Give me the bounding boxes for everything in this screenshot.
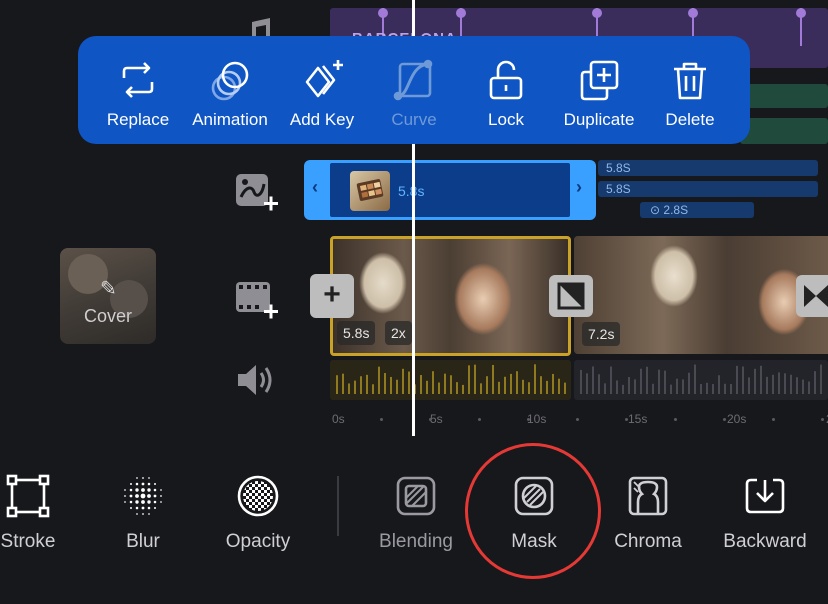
lock-icon xyxy=(484,58,528,102)
chroma-icon xyxy=(624,472,672,520)
volume-icon[interactable] xyxy=(232,356,280,404)
trash-icon xyxy=(668,58,712,102)
chevron-left-icon[interactable]: ‹ xyxy=(312,177,318,198)
ruler-dot xyxy=(674,418,677,421)
pencil-icon: ✎ xyxy=(100,278,117,300)
effect-track[interactable] xyxy=(740,118,828,144)
blending-label: Blending xyxy=(379,531,453,552)
video-clip-selected[interactable]: 5.8s 2x xyxy=(330,236,571,356)
add-key-button[interactable]: Add Key xyxy=(282,36,362,144)
blur-icon xyxy=(119,472,167,520)
blending-button[interactable]: Blending xyxy=(374,470,458,570)
animation-label: Animation xyxy=(192,110,268,129)
ruler-dot xyxy=(478,418,481,421)
curve-button[interactable]: Curve xyxy=(372,36,456,144)
ruler-tick: 0s xyxy=(332,412,345,426)
ruler-dot xyxy=(723,418,726,421)
video-clip[interactable]: 7.2s xyxy=(574,236,828,354)
clip-duration: 5.8s xyxy=(337,321,376,345)
audio-waveform[interactable] xyxy=(574,360,828,400)
cover-button[interactable]: ✎ Cover xyxy=(60,248,156,344)
animation-icon xyxy=(208,58,252,102)
add-sticker-icon[interactable] xyxy=(232,170,280,218)
clip-duration: 7.2s xyxy=(582,322,621,346)
lock-button[interactable]: Lock xyxy=(466,36,546,144)
transition-icon[interactable] xyxy=(549,275,593,317)
chevron-right-icon[interactable]: › xyxy=(576,177,582,198)
blending-icon xyxy=(392,472,440,520)
overlay-track[interactable]: 5.8S xyxy=(598,181,818,197)
sticker-clip[interactable]: ‹ 5.8s › xyxy=(304,160,596,220)
ruler-dot xyxy=(527,418,530,421)
highlight-ring xyxy=(465,443,601,579)
add-clip-button[interactable]: + xyxy=(310,274,354,318)
chroma-label: Chroma xyxy=(614,531,682,552)
curve-icon xyxy=(392,58,436,102)
transition-icon[interactable] xyxy=(796,275,828,317)
ruler-dot xyxy=(821,418,824,421)
clip-action-toolbar: Replace Animation Add Key Curve Lock Dup… xyxy=(78,36,750,144)
cover-label: Cover xyxy=(83,306,132,326)
replace-label: Replace xyxy=(106,110,170,129)
add-key-label: Add Key xyxy=(289,110,355,129)
replace-button[interactable]: Replace xyxy=(98,36,178,144)
beat-marker xyxy=(796,8,806,46)
link-icon: ⊙ xyxy=(650,203,664,217)
waveform-bars xyxy=(580,364,822,394)
opacity-button[interactable]: Opacity xyxy=(216,470,300,570)
ruler-tick: 20s xyxy=(727,412,747,426)
waveform-bars xyxy=(336,364,566,394)
duplicate-button[interactable]: Duplicate xyxy=(554,36,644,144)
ruler-dot xyxy=(429,418,432,421)
delete-label: Delete xyxy=(665,110,715,129)
backward-label: Backward xyxy=(723,531,807,552)
lock-label: Lock xyxy=(488,110,524,129)
ruler-tick: 15s xyxy=(628,412,648,426)
ruler-dot xyxy=(625,418,628,421)
delete-button[interactable]: Delete xyxy=(652,36,728,144)
ruler-dot xyxy=(380,418,383,421)
opacity-label: Opacity xyxy=(225,531,291,552)
opacity-icon xyxy=(234,472,282,520)
backward-icon xyxy=(741,472,789,520)
ruler-dot xyxy=(576,418,579,421)
stroke-button[interactable]: Stroke xyxy=(0,470,66,570)
effect-track[interactable] xyxy=(740,84,828,108)
stroke-icon xyxy=(4,472,52,520)
curve-label: Curve xyxy=(391,110,437,129)
chroma-button[interactable]: Chroma xyxy=(606,470,690,570)
blur-button[interactable]: Blur xyxy=(108,470,178,570)
blur-label: Blur xyxy=(126,531,160,552)
duplicate-icon xyxy=(577,58,621,102)
stroke-label: Stroke xyxy=(0,531,56,552)
toolbar-divider xyxy=(337,476,339,536)
replace-icon xyxy=(116,58,160,102)
clip-speed: 2x xyxy=(385,321,412,345)
animation-button[interactable]: Animation xyxy=(186,36,274,144)
overlay-track-duration: 2.8S xyxy=(663,203,689,217)
add-video-icon[interactable] xyxy=(232,276,280,324)
backward-button[interactable]: Backward xyxy=(718,470,812,570)
overlay-track[interactable]: ⊙ 2.8S xyxy=(640,202,754,218)
sticker-thumbnail xyxy=(350,171,390,211)
overlay-track-duration: 5.8S xyxy=(606,161,631,175)
overlay-track-duration: 5.8S xyxy=(606,182,631,196)
overlay-track[interactable]: 5.8S xyxy=(598,160,818,176)
add-key-icon xyxy=(300,58,344,102)
duplicate-label: Duplicate xyxy=(563,110,635,129)
ruler-dot xyxy=(772,418,775,421)
sticker-clip-body[interactable]: 5.8s xyxy=(330,163,570,217)
audio-waveform[interactable] xyxy=(330,360,571,400)
